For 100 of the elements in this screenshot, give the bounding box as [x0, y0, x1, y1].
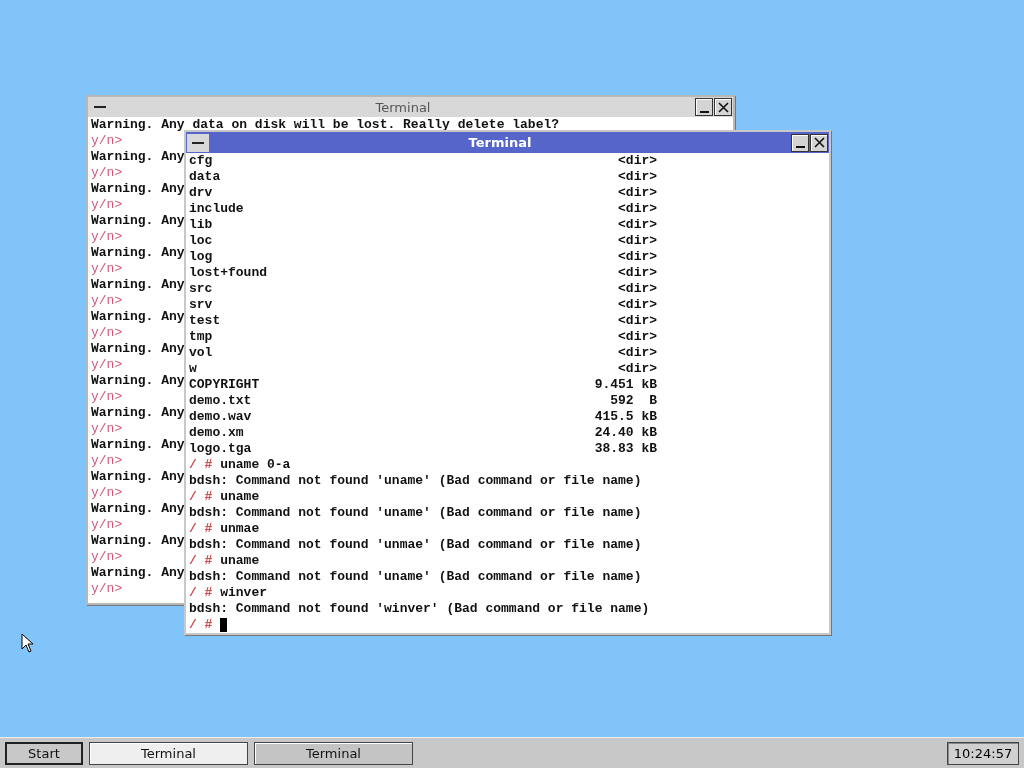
- file-name: loc: [189, 233, 213, 249]
- output-text: Warning. Any: [91, 309, 185, 325]
- file-name: w: [189, 361, 197, 377]
- file-size: 592 B: [610, 393, 658, 409]
- prompt-text: y/n>: [91, 229, 123, 245]
- prompt-text: y/n>: [91, 549, 123, 565]
- window-title: Terminal: [374, 99, 432, 115]
- file-size: 9.451 kB: [594, 377, 658, 393]
- file-name: log: [189, 249, 213, 265]
- file-size: 415.5 kB: [594, 409, 658, 425]
- output-text: bdsh: Command not found 'uname' (Bad command or file name): [189, 505, 642, 521]
- prompt-text: y/n>: [91, 261, 123, 277]
- file-size: <dir>: [618, 153, 658, 169]
- prompt-text: y/n>: [91, 485, 123, 501]
- output-text: Warning. Any data on disk will be lost. Really delete label?: [91, 117, 560, 133]
- close-icon: [717, 101, 729, 113]
- file-size: <dir>: [618, 329, 658, 345]
- file-size: <dir>: [618, 361, 658, 377]
- file-size: <dir>: [618, 265, 658, 281]
- output-text: Warning. Any: [91, 373, 185, 389]
- prompt-text: y/n>: [91, 453, 123, 469]
- file-name: drv: [189, 185, 213, 201]
- file-size: 24.40 kB: [594, 425, 658, 441]
- file-name: tmp: [189, 329, 213, 345]
- output-text: Warning. Any: [91, 245, 185, 261]
- prompt-text: y/n>: [91, 133, 123, 149]
- file-size: <dir>: [618, 281, 658, 297]
- output-text: Warning. Any: [91, 341, 185, 357]
- prompt-symbol: / #: [189, 553, 213, 569]
- taskbar-button[interactable]: Terminal: [89, 741, 248, 765]
- file-name: vol: [189, 345, 213, 361]
- start-button[interactable]: Start: [5, 741, 83, 765]
- file-size: <dir>: [618, 249, 658, 265]
- file-name: data: [189, 169, 221, 185]
- prompt-text: y/n>: [91, 293, 123, 309]
- file-name: demo.xm: [189, 425, 244, 441]
- prompt-text: y/n>: [91, 357, 123, 373]
- output-text: bdsh: Command not found 'uname' (Bad command or file name): [189, 473, 642, 489]
- command-text: unmae: [220, 521, 260, 537]
- file-name: test: [189, 313, 221, 329]
- file-size: <dir>: [618, 201, 658, 217]
- file-size: <dir>: [618, 233, 658, 249]
- file-size: <dir>: [618, 169, 658, 185]
- taskbar-button[interactable]: Terminal: [254, 741, 413, 765]
- minimize-icon: [795, 146, 805, 148]
- prompt-symbol: / #: [189, 489, 213, 505]
- file-size: <dir>: [618, 185, 658, 201]
- output-text: bdsh: Command not found 'uname' (Bad command or file name): [189, 569, 642, 585]
- file-name: cfg: [189, 153, 213, 169]
- output-text: Warning. Any: [91, 469, 185, 485]
- prompt-text: y/n>: [91, 421, 123, 437]
- close-icon: [813, 137, 825, 148]
- close-button[interactable]: [810, 133, 828, 152]
- minimize-button[interactable]: [791, 133, 809, 152]
- file-name: logo.tga: [189, 441, 252, 457]
- window-menu-button[interactable]: [187, 133, 209, 152]
- clock: 10:24:57: [947, 741, 1019, 765]
- file-name: srv: [189, 297, 213, 313]
- command-text: uname: [220, 489, 260, 505]
- output-text: bdsh: Command not found 'winver' (Bad command or file name): [189, 601, 650, 617]
- window-title: Terminal: [467, 135, 533, 150]
- file-size: <dir>: [618, 345, 658, 361]
- command-text: winver: [220, 585, 267, 601]
- output-text: Warning. Any: [91, 533, 185, 549]
- output-text: Warning. Any: [91, 149, 185, 165]
- mouse-pointer-icon: [21, 633, 34, 653]
- file-name: include: [189, 201, 244, 217]
- file-size: <dir>: [618, 313, 658, 329]
- prompt-symbol: / #: [189, 521, 213, 537]
- file-name: lib: [189, 217, 213, 233]
- dash-icon: [94, 106, 106, 108]
- command-text: uname: [220, 553, 260, 569]
- file-name: src: [189, 281, 213, 297]
- prompt-text: y/n>: [91, 389, 123, 405]
- output-text: bdsh: Command not found 'unmae' (Bad command or file name): [189, 537, 642, 553]
- dash-icon: [192, 141, 204, 144]
- minimize-icon: [699, 110, 709, 113]
- prompt-text: y/n>: [91, 581, 123, 597]
- file-name: COPYRIGHT: [189, 377, 260, 393]
- prompt-text: y/n>: [91, 165, 123, 181]
- file-name: demo.txt: [189, 393, 252, 409]
- output-text: Warning. Any: [91, 437, 185, 453]
- close-button[interactable]: [714, 98, 732, 116]
- file-size: <dir>: [618, 297, 658, 313]
- command-text: uname 0-a: [220, 457, 291, 473]
- output-text: Warning. Any: [91, 565, 185, 581]
- file-size: <dir>: [618, 217, 658, 233]
- prompt-text: y/n>: [91, 197, 123, 213]
- prompt-symbol: / #: [189, 585, 213, 601]
- output-text: Warning. Any: [91, 277, 185, 293]
- prompt-text: y/n>: [91, 517, 123, 533]
- prompt-symbol: / #: [189, 617, 213, 633]
- file-size: 38.83 kB: [594, 441, 658, 457]
- prompt-symbol: / #: [189, 457, 213, 473]
- output-text: Warning. Any: [91, 405, 185, 421]
- prompt-text: y/n>: [91, 325, 123, 341]
- output-text: Warning. Any: [91, 181, 185, 197]
- output-text: Warning. Any: [91, 213, 185, 229]
- file-name: lost+found: [189, 265, 267, 281]
- minimize-button[interactable]: [695, 98, 713, 116]
